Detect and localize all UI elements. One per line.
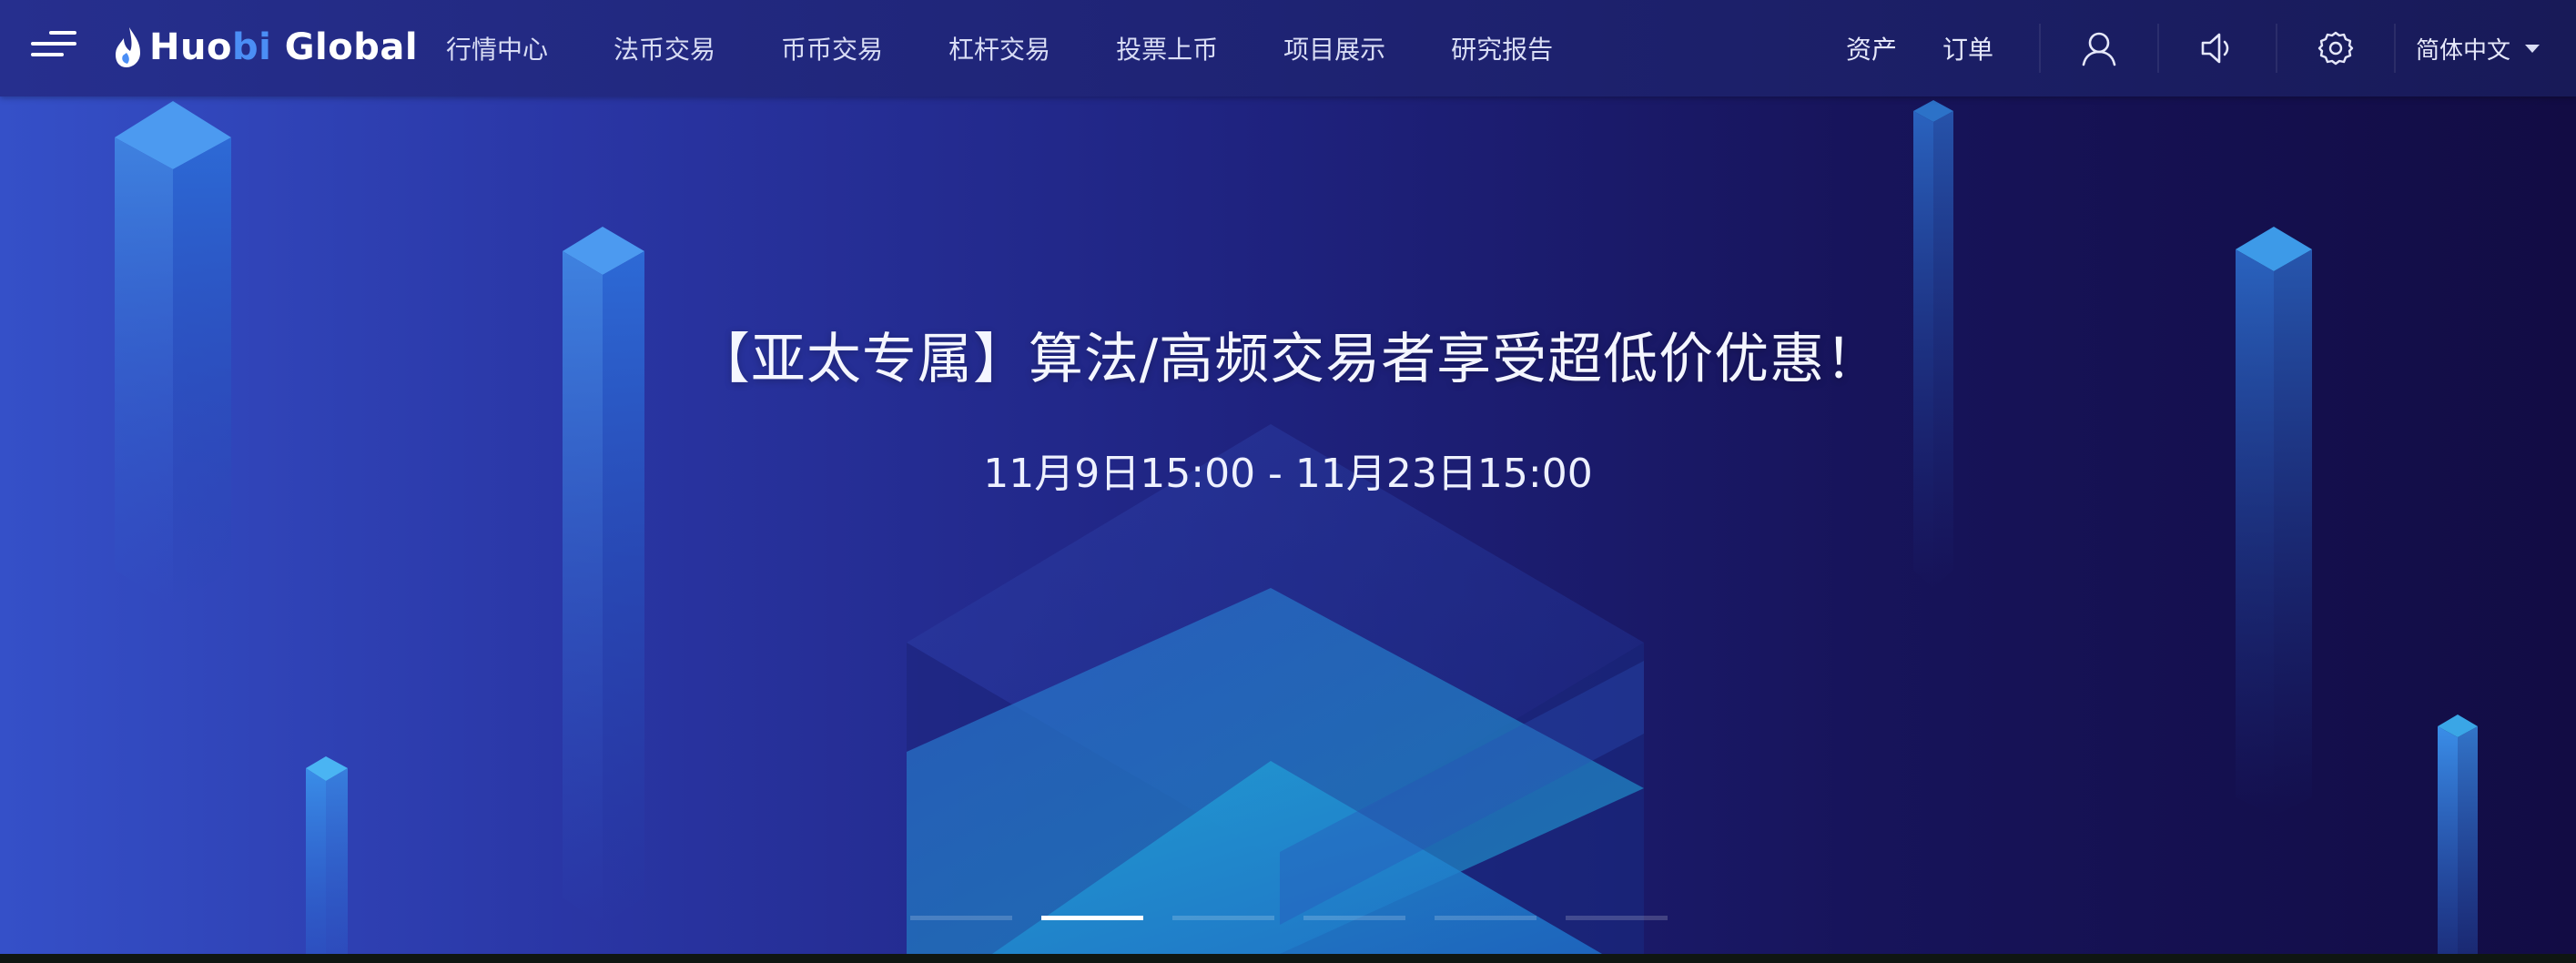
carousel-dot[interactable] [1435,916,1536,920]
huobi-global-logo[interactable]: Huobi Global [113,20,418,75]
chevron-down-icon [2525,44,2540,53]
promo-banner[interactable]: 【亚太专属】算法/高频交易者享受超低价优惠！ 11月9日15:00 - 11月2… [0,96,2576,954]
page: Huobi Global 行情中心 法币交易 币币交易 杠杆交易 投票上币 项目… [0,0,2576,963]
nav-item-vote-listing[interactable]: 投票上币 [1116,30,1218,66]
nav-item-exchange[interactable]: 币币交易 [781,30,883,66]
nav-item-research[interactable]: 研究报告 [1451,30,1553,66]
header-right: 资产 订单 简体中文 [1846,0,2576,96]
hamburger-menu-icon[interactable] [27,27,84,69]
banner-title[interactable]: 【亚太专属】算法/高频交易者享受超低价优惠！ [0,315,2576,394]
user-icon[interactable] [2041,0,2157,96]
nav-item-margin[interactable]: 杠杆交易 [948,30,1050,66]
logo-text-prefix: Huo [149,26,232,68]
top-navbar: Huobi Global 行情中心 法币交易 币币交易 杠杆交易 投票上币 项目… [0,0,2576,96]
banner-date-range: 11月9日15:00 - 11月23日15:00 [983,451,1593,497]
flame-icon [116,27,140,67]
page-bottom-strip [0,954,2576,963]
nav-item-market[interactable]: 行情中心 [446,30,548,66]
carousel-dot-active[interactable] [1041,916,1143,920]
carousel-dot[interactable] [1303,916,1405,920]
logo-text-suffix: Global [271,26,419,68]
carousel-dot[interactable] [1172,916,1274,920]
logo-text-accent: bi [231,26,272,68]
logo-wordmark: Huobi Global [149,26,418,68]
speaker-icon[interactable] [2159,0,2276,96]
gear-icon[interactable] [2277,0,2394,96]
carousel-indicators [910,916,1697,920]
nav-item-projects[interactable]: 项目展示 [1283,30,1385,66]
orders-link[interactable]: 订单 [1942,30,1993,66]
language-selector[interactable]: 简体中文 [2396,32,2576,66]
main-nav: 行情中心 法币交易 币币交易 杠杆交易 投票上币 项目展示 研究报告 [446,0,1618,96]
language-label: 简体中文 [2415,36,2510,65]
banner-illustration [115,100,2478,954]
nav-item-otc[interactable]: 法币交易 [614,30,715,66]
carousel-dot[interactable] [910,916,1012,920]
assets-link[interactable]: 资产 [1846,30,1897,66]
carousel-dot[interactable] [1566,916,1668,920]
